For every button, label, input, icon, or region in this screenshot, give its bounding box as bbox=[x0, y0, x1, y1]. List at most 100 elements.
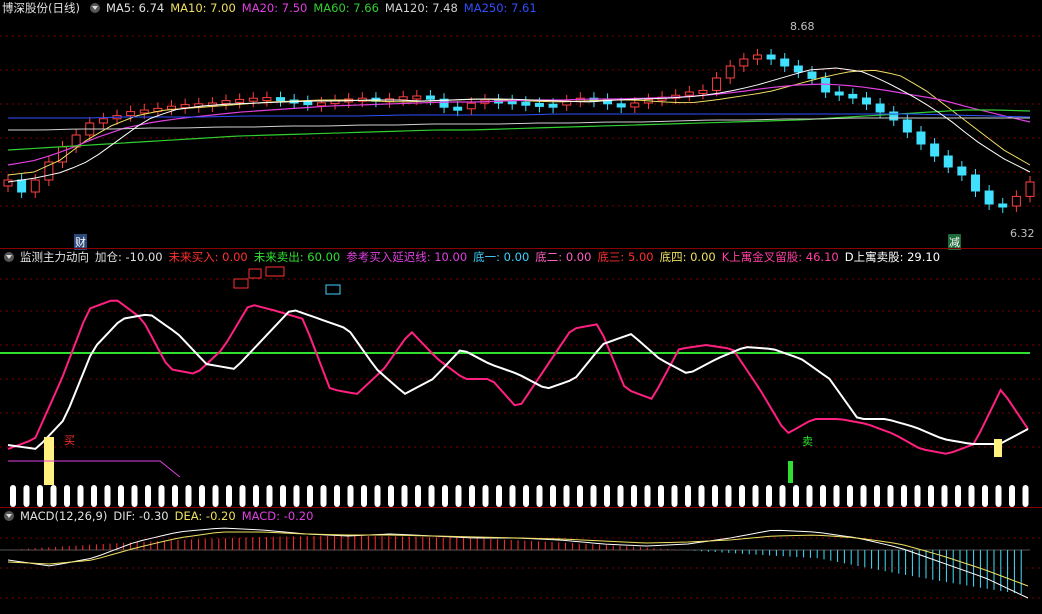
stock-title[interactable]: 博深股份(日线) bbox=[2, 0, 80, 16]
price-chart[interactable] bbox=[0, 0, 1042, 248]
signal-bar bbox=[347, 485, 354, 507]
low-price-label: 6.32 bbox=[1010, 227, 1035, 240]
dea-line bbox=[7, 531, 1029, 587]
dropdown-icon[interactable] bbox=[4, 511, 14, 521]
candle-body bbox=[167, 105, 177, 110]
candle-body bbox=[44, 161, 54, 181]
signal-bar bbox=[901, 485, 907, 507]
legend-box bbox=[265, 266, 285, 277]
candle-body bbox=[684, 91, 694, 96]
signal-bar bbox=[806, 485, 813, 507]
ma20-line bbox=[7, 83, 1031, 166]
sell-marker bbox=[788, 461, 793, 483]
signal-bar bbox=[671, 485, 678, 507]
indicator-title[interactable]: 监测主力动向 bbox=[20, 249, 89, 265]
candle-body bbox=[902, 119, 912, 133]
candle-body bbox=[984, 190, 994, 205]
ma5-line bbox=[7, 67, 1031, 183]
price-header: 博深股份(日线) MA5: 6.74 MA10: 7.00 MA20: 7.50… bbox=[0, 0, 543, 16]
candle-body bbox=[548, 103, 558, 108]
macd-title[interactable]: MACD(12,26,9) bbox=[20, 508, 107, 524]
ma120-label: MA120: 7.48 bbox=[384, 1, 458, 15]
candle-body bbox=[930, 143, 940, 157]
macd-value: MACD: -0.20 bbox=[241, 509, 314, 523]
candle-body bbox=[534, 102, 544, 107]
signal-bar bbox=[10, 485, 16, 507]
signal-bar bbox=[995, 485, 1002, 507]
indicator-panel[interactable]: 监测主力动向 加仓: -10.00 未来买入: 0.00 未来卖出: 60.00… bbox=[0, 249, 1042, 507]
dropdown-icon[interactable] bbox=[4, 252, 14, 262]
candle-body bbox=[3, 179, 13, 187]
signal-bar bbox=[1009, 485, 1015, 507]
signal-bar bbox=[725, 485, 732, 507]
ind-item-0: 加仓: -10.00 bbox=[95, 250, 163, 264]
candle-body bbox=[725, 65, 735, 79]
buy-signal-label: 买 bbox=[64, 434, 75, 447]
legend-box bbox=[248, 268, 262, 279]
candle-body bbox=[1025, 181, 1035, 197]
ma5-label: MA5: 6.74 bbox=[105, 1, 165, 15]
signal-bar bbox=[509, 485, 516, 507]
signal-bar bbox=[563, 485, 570, 507]
signal-bar bbox=[401, 485, 408, 507]
signal-bar bbox=[23, 485, 30, 507]
macd-dea: DEA: -0.20 bbox=[174, 509, 236, 523]
candle-body bbox=[752, 54, 762, 60]
candle-body bbox=[970, 174, 980, 192]
signal-bar bbox=[874, 485, 880, 507]
candle-body bbox=[848, 93, 858, 99]
candle-body bbox=[698, 89, 708, 94]
signal-bar bbox=[334, 485, 340, 507]
signal-bar bbox=[64, 485, 70, 507]
candle-body bbox=[180, 104, 190, 109]
ma60-label: MA60: 7.66 bbox=[313, 1, 379, 15]
signal-bar bbox=[550, 485, 556, 507]
signal-bar bbox=[820, 485, 826, 507]
candle-body bbox=[98, 118, 108, 124]
signal-bar bbox=[766, 485, 772, 507]
candle-body bbox=[943, 155, 953, 168]
candle-body bbox=[861, 97, 871, 105]
signal-bar bbox=[752, 485, 759, 507]
signal-bar bbox=[77, 485, 84, 507]
signal-bar bbox=[523, 485, 529, 507]
candle-body bbox=[221, 100, 231, 105]
signal-bar bbox=[968, 485, 975, 507]
signal-bar bbox=[428, 485, 435, 507]
signal-bar bbox=[280, 485, 286, 507]
candle-body bbox=[126, 111, 136, 117]
candle-body bbox=[316, 102, 326, 107]
candle-body bbox=[821, 77, 831, 93]
macd-header: MACD(12,26,9) DIF: -0.30 DEA: -0.20 MACD… bbox=[0, 508, 319, 524]
signal-bar bbox=[455, 485, 462, 507]
candle-body bbox=[303, 101, 313, 106]
sell-signal-label: 卖 bbox=[802, 435, 813, 448]
signal-bar bbox=[982, 485, 988, 507]
signal-bar bbox=[185, 485, 192, 507]
macd-dif: DIF: -0.30 bbox=[113, 509, 169, 523]
ind-item-4: 底一: 0.00 bbox=[473, 250, 530, 264]
macd-panel[interactable]: MACD(12,26,9) DIF: -0.30 DEA: -0.20 MACD… bbox=[0, 508, 1042, 614]
signal-bar bbox=[644, 485, 651, 507]
price-panel[interactable]: 博深股份(日线) MA5: 6.74 MA10: 7.00 MA20: 7.50… bbox=[0, 0, 1042, 250]
candle-body bbox=[453, 106, 463, 111]
signal-bar bbox=[604, 485, 610, 507]
candle-body bbox=[834, 91, 844, 96]
signal-bar bbox=[320, 485, 327, 507]
signal-bar bbox=[104, 485, 111, 507]
candle-body bbox=[1011, 195, 1021, 207]
signal-bar bbox=[374, 485, 381, 507]
candle-body bbox=[957, 166, 967, 176]
dropdown-icon[interactable] bbox=[89, 3, 100, 13]
signal-bar bbox=[590, 485, 597, 507]
indicator-chart[interactable] bbox=[0, 249, 1042, 507]
ind-item-8: K上寓金叉留股: 46.10 bbox=[721, 250, 839, 264]
signal-bar bbox=[577, 485, 583, 507]
indicator-header: 监测主力动向 加仓: -10.00 未来买入: 0.00 未来卖出: 60.00… bbox=[0, 249, 946, 265]
signal-bar bbox=[415, 485, 421, 507]
candle-body bbox=[425, 95, 435, 100]
candle-body bbox=[807, 71, 817, 79]
signal-bar bbox=[482, 485, 489, 507]
dif-line bbox=[7, 527, 1029, 599]
candle-body bbox=[889, 111, 899, 121]
